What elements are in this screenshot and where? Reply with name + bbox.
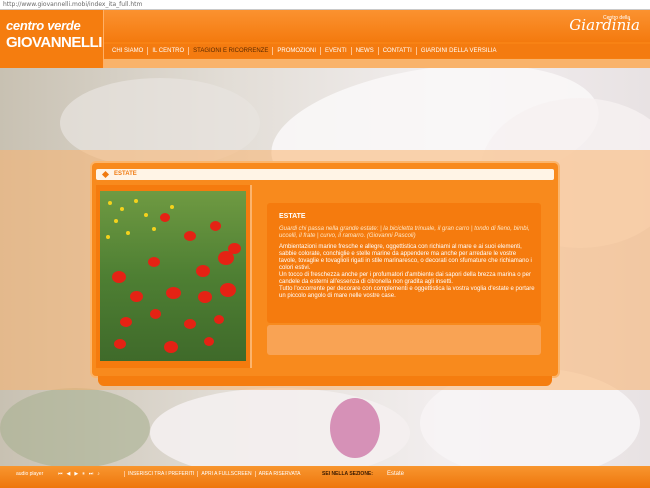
footer-links: INSERISCI TRA I PREFERITI APRI A FULLSCR… [124,471,303,477]
photo-frame [96,185,252,368]
header-bottom-stripe [104,59,650,68]
reserved-area-link[interactable]: AREA RISERVATA [254,471,304,477]
music-note-icon[interactable]: ♪ [97,471,100,477]
rewind-icon[interactable]: ◀ [67,471,71,477]
poppy-flower [218,251,234,265]
poppy-flower [204,337,214,346]
poppy-flower [112,271,126,283]
poppy-flower [166,287,181,299]
nav-item-eventi[interactable]: EVENTI [321,47,352,55]
previous-track-icon[interactable]: ⏮ [58,471,63,477]
play-icon[interactable]: ▶ [74,471,78,477]
nav-item-news[interactable]: NEWS [352,47,379,55]
poppy-flower [214,315,224,324]
logo[interactable]: centro verde GIOVANNELLI [0,10,104,68]
poppy-flower [150,309,161,319]
header-top-bar: Centro della Giardinia [104,10,650,42]
yellow-flower [120,207,124,211]
current-section-label: SEI NELLA SEZIONE: [322,471,373,477]
pause-icon[interactable]: ⏸ [82,471,85,477]
yellow-flower [170,205,174,209]
yellow-flower [134,199,138,203]
body-text: Ambientazioni marine fresche e allegre, … [279,244,535,300]
browser-url-bar[interactable]: http://www.giovannelli.mobi/index_ita_fu… [0,0,650,10]
nav-item-giardini-della-versilia[interactable]: GIARDINI DELLA VERSILIA [417,47,501,55]
nav-item-chi-siamo[interactable]: CHI SIAMO [108,47,149,55]
yellow-flower [126,231,130,235]
yellow-flower [152,227,156,231]
panel-base [98,376,552,386]
poppy-flower [148,257,160,267]
season-title: ESTATE [279,213,306,220]
nav-item-stagioni-e-ricorrenze[interactable]: STAGIONI E RICORRENZE [189,47,274,55]
yellow-flower [144,213,148,217]
brand-logo[interactable]: Giardinia [569,16,640,34]
next-track-icon[interactable]: ⏭ [89,471,94,477]
site-footer: audio player ⏮ ◀ ▶ ⏸ ⏭ ♪ INSERISCI TRA I… [0,466,650,488]
poppy-flower [184,319,196,329]
audio-player-label: audio player [16,471,44,477]
panel-header: ESTATE [96,169,554,180]
body-paragraph-1: Ambientazioni marine fresche e allegre, … [279,244,532,271]
poppy-flower [210,221,221,231]
current-section-value: Estate [387,471,405,477]
body-paragraph-3: Tutto l'occorrente per decorare con comp… [279,286,535,299]
text-area-base [267,325,541,355]
poppy-flower [130,291,143,302]
poppy-flower [164,341,178,353]
poem-quote: Guardi chi passa nella grande estate: | … [279,226,530,239]
poppy-field-photo [100,191,246,361]
site-header: centro verde GIOVANNELLI Centro della Gi… [0,10,650,68]
petal-shape [330,398,380,458]
poppy-flower [160,213,170,222]
logo-line-1: centro verde [6,18,81,33]
nav-item-promozioni[interactable]: PROMOZIONI [273,47,322,55]
body-paragraph-2: Un tocco di freschezza anche per i profu… [279,272,531,285]
main-nav: CHI SIAMO IL CENTRO STAGIONI E RICORRENZ… [104,44,650,58]
nav-item-contatti[interactable]: CONTATTI [379,47,417,55]
add-to-favorites-link[interactable]: INSERISCI TRA I PREFERITI [124,471,197,477]
poppy-flower [198,291,212,303]
yellow-flower [108,201,112,205]
text-area: ESTATE Guardi chi passa nella grande est… [267,203,541,323]
logo-line-2: GIOVANNELLI [6,34,102,51]
nav-item-il-centro[interactable]: IL CENTRO [148,47,190,55]
poppy-flower [220,283,236,297]
panel-title: ESTATE [114,171,137,177]
petal-shape [0,388,150,466]
open-fullscreen-link[interactable]: APRI A FULLSCREEN [197,471,254,477]
poppy-flower [114,339,126,349]
audio-controls: ⏮ ◀ ▶ ⏸ ⏭ ♪ [58,471,100,477]
diamond-icon [101,170,110,179]
poppy-flower [184,231,196,241]
yellow-flower [106,235,110,239]
poppy-flower [120,317,132,327]
yellow-flower [114,219,118,223]
poppy-flower [196,265,210,277]
